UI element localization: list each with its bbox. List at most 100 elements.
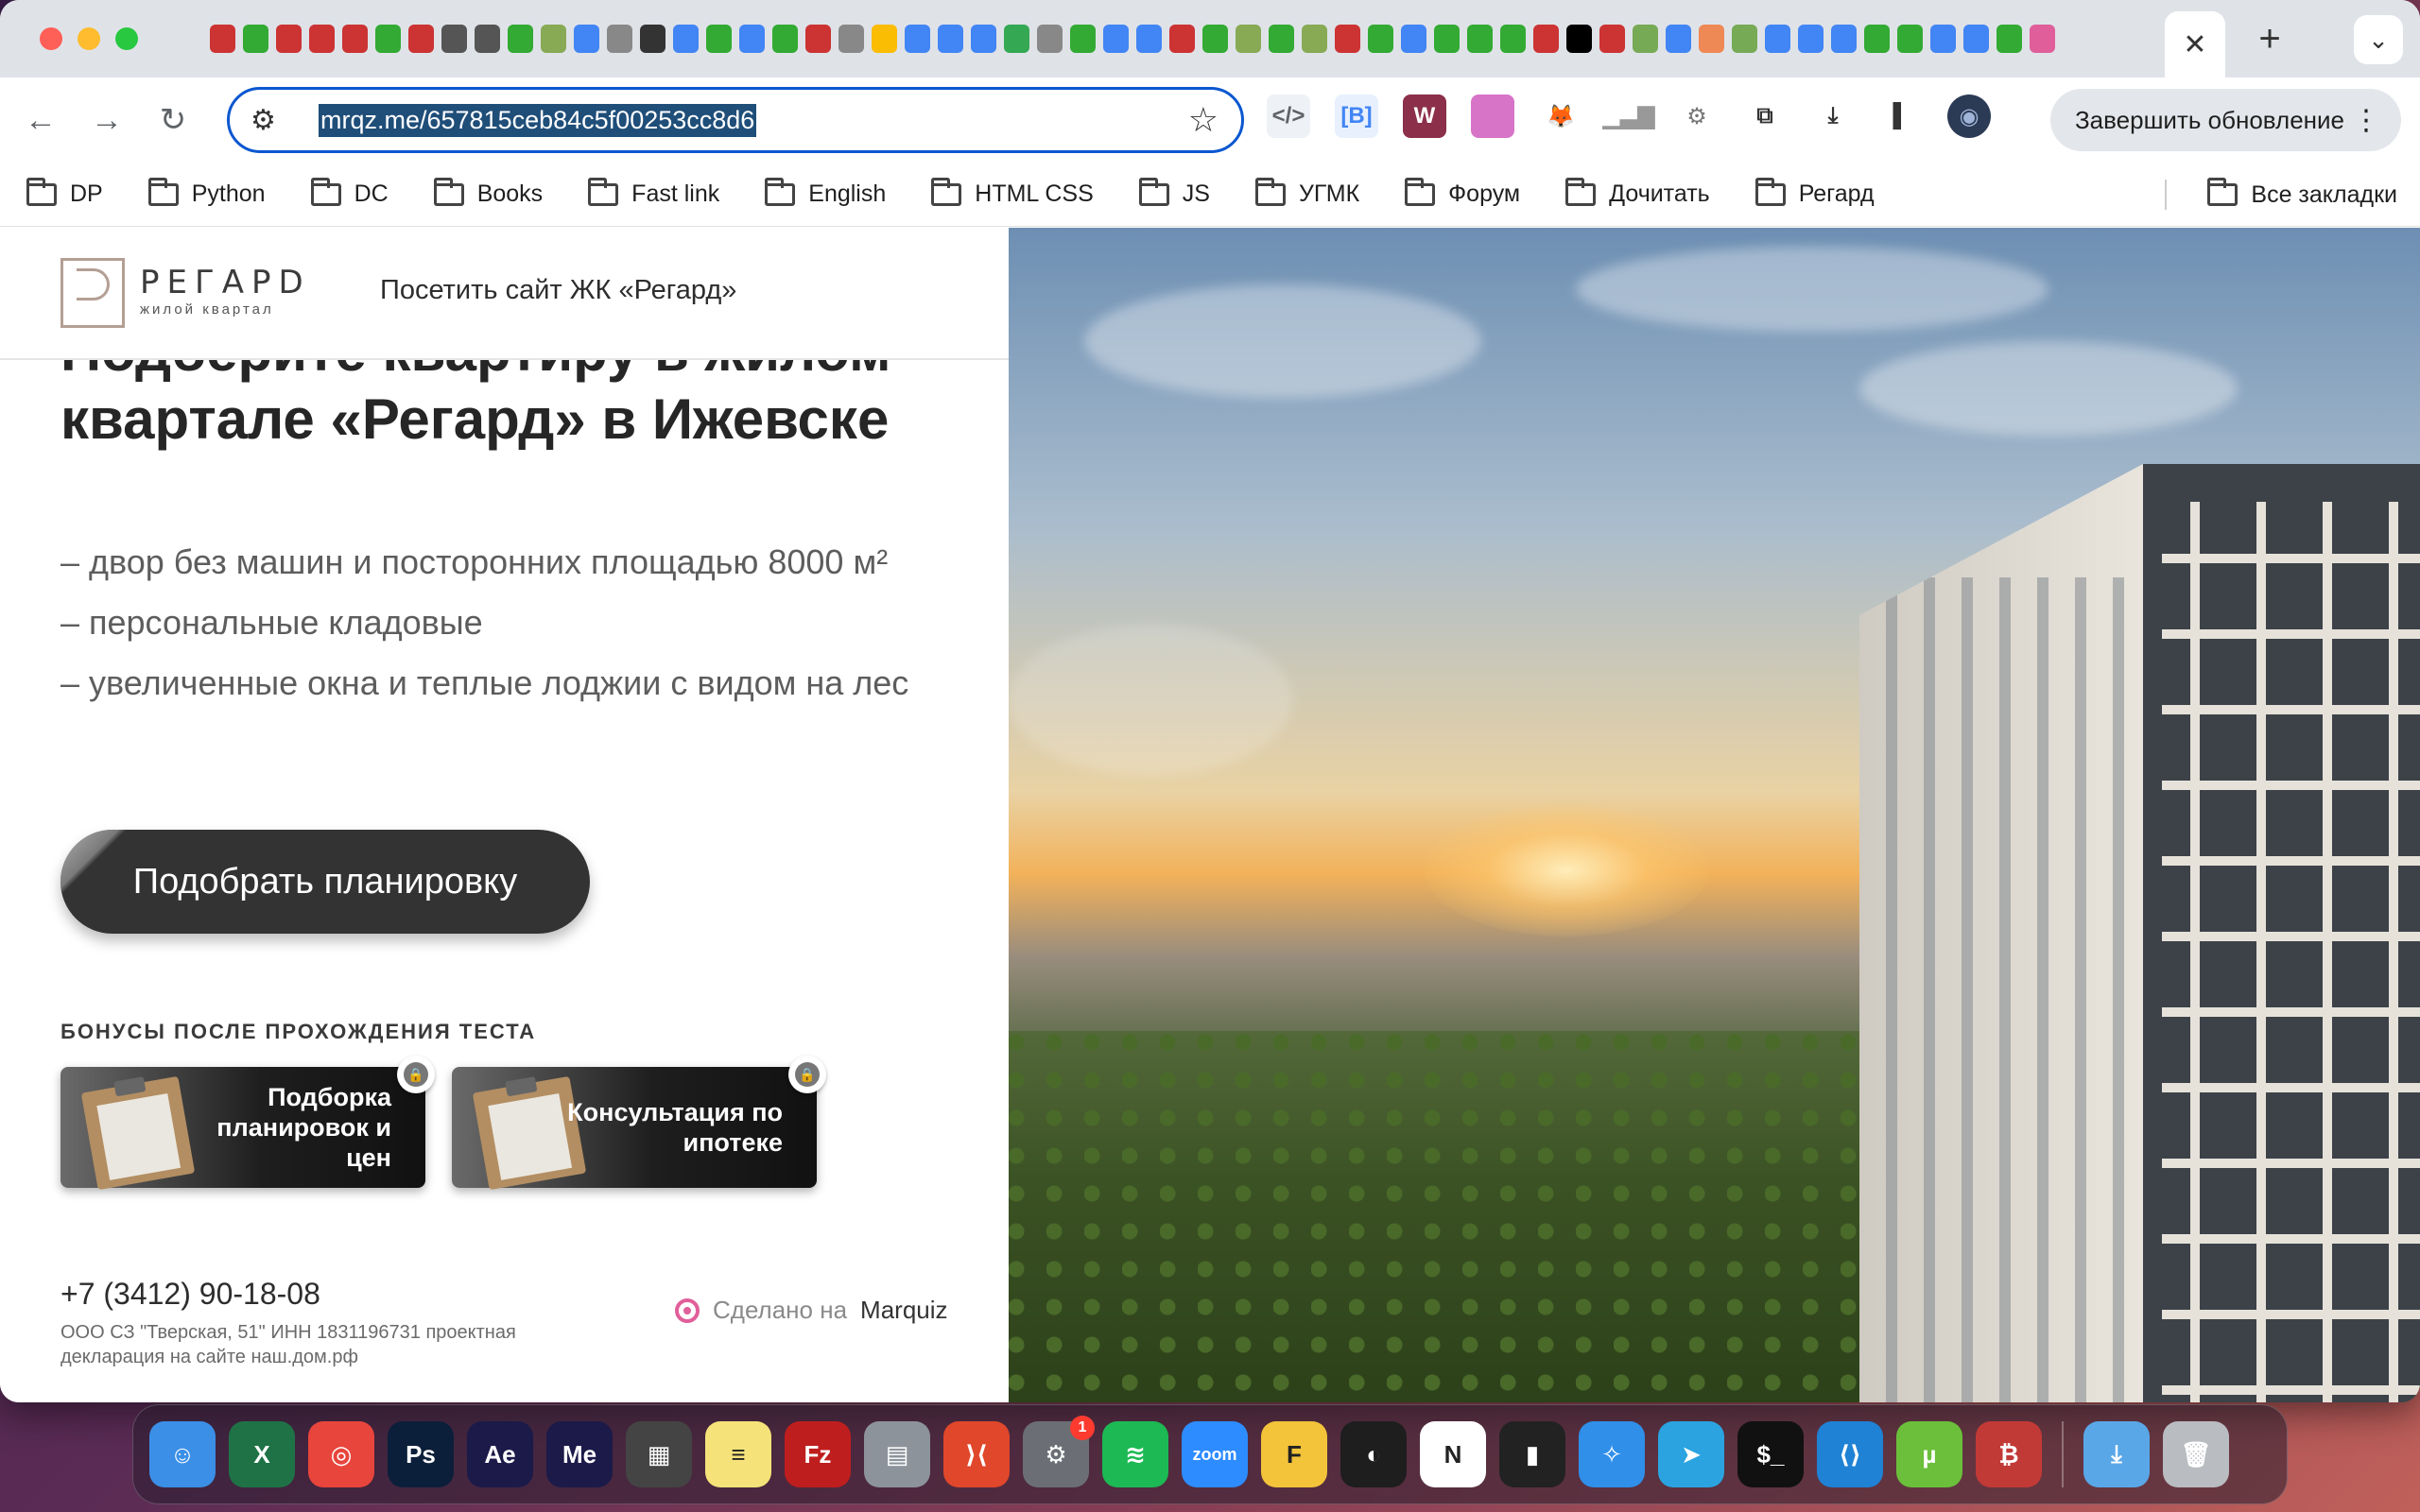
bookmark-folder[interactable]: Регард	[1754, 177, 1875, 208]
media-encoder-app-icon[interactable]: Me	[546, 1421, 613, 1487]
browser-tab[interactable]	[772, 25, 798, 53]
trash-icon[interactable]: 🗑	[2163, 1421, 2229, 1487]
url-text[interactable]: mrqz.me/657815ceb84c5f00253cc8d6	[319, 103, 757, 137]
browser-tab[interactable]	[309, 25, 335, 53]
vscode-app-icon[interactable]: ⟨⟩	[1817, 1421, 1883, 1487]
made-on-marquiz-link[interactable]: Сделано на Marquiz	[675, 1296, 948, 1325]
browser-tab[interactable]	[1070, 25, 1096, 53]
browser-tab[interactable]	[971, 25, 996, 53]
browser-tab[interactable]	[1169, 25, 1195, 53]
finder-app-icon[interactable]: ☺	[149, 1421, 216, 1487]
bookmark-folder[interactable]: Python	[147, 177, 266, 208]
browser-tab[interactable]	[607, 25, 632, 53]
system-settings-app-icon[interactable]: ⚙ 1	[1023, 1416, 1095, 1487]
browser-tab[interactable]	[1599, 25, 1625, 53]
address-bar[interactable]: ⚙ mrqz.me/657815ceb84c5f00253cc8d6 ☆	[227, 87, 1244, 153]
browser-tab[interactable]	[276, 25, 302, 53]
browser-tab[interactable]	[1533, 25, 1559, 53]
browser-tab[interactable]	[1202, 25, 1228, 53]
chart-ext-icon[interactable]: ▁▃▇	[1602, 94, 1655, 138]
browser-tab[interactable]	[475, 25, 500, 53]
code-icon[interactable]: </>	[1267, 94, 1310, 138]
gear-ext-icon[interactable]: ⚙	[1675, 94, 1719, 138]
browser-tab[interactable]	[2030, 25, 2055, 53]
zoom-window-button[interactable]	[115, 27, 138, 50]
browser-tab[interactable]	[1864, 25, 1890, 53]
notes-app-icon[interactable]: ≡	[705, 1421, 771, 1487]
browser-tab[interactable]	[243, 25, 268, 53]
active-tab[interactable]: ✕	[2165, 11, 2225, 77]
browser-tab[interactable]	[408, 25, 434, 53]
browser-tab[interactable]	[1368, 25, 1393, 53]
browser-tab[interactable]	[1136, 25, 1162, 53]
browser-tab[interactable]	[1963, 25, 1989, 53]
browser-tab[interactable]	[640, 25, 666, 53]
browser-tab[interactable]	[706, 25, 732, 53]
filezilla-app-icon[interactable]: Fz	[785, 1421, 851, 1487]
visit-site-link[interactable]: Посетить сайт ЖК «Регард»	[380, 275, 736, 306]
browser-tab[interactable]	[1401, 25, 1426, 53]
menu-dots-icon[interactable]: ⋮	[2352, 104, 2380, 137]
browser-tab[interactable]	[1765, 25, 1790, 53]
terminal-app-icon[interactable]: $_	[1737, 1421, 1804, 1487]
zoom-app-icon[interactable]: zoom	[1182, 1421, 1248, 1487]
browser-tab[interactable]	[1302, 25, 1327, 53]
browser-tab[interactable]	[1103, 25, 1129, 53]
browser-tab[interactable]	[1037, 25, 1063, 53]
bookmark-folder[interactable]: Форум	[1405, 177, 1520, 208]
database-app-icon[interactable]: ▤	[864, 1421, 930, 1487]
browser-tab[interactable]	[905, 25, 930, 53]
all-bookmarks-button[interactable]: Все закладки	[2207, 163, 2397, 227]
browser-tab[interactable]	[1666, 25, 1691, 53]
after-effects-app-icon[interactable]: Ae	[467, 1421, 533, 1487]
close-tab-icon[interactable]: ✕	[2183, 28, 2206, 61]
site-settings-icon[interactable]: ⚙	[251, 104, 288, 137]
puzzle-icon[interactable]: ⧉	[1743, 94, 1787, 138]
figma-app-icon[interactable]: ◐	[1340, 1421, 1407, 1487]
browser-tab[interactable]	[508, 25, 533, 53]
spotify-app-icon[interactable]: ≋	[1102, 1421, 1168, 1487]
photoshop-app-icon[interactable]: Ps	[388, 1421, 454, 1487]
telegram-app-icon[interactable]: ➤	[1658, 1421, 1724, 1487]
download-icon[interactable]: ⤓	[1811, 94, 1855, 138]
browser-tab[interactable]	[1699, 25, 1724, 53]
chrome-app-icon[interactable]: ◎	[308, 1421, 374, 1487]
bookmark-star-icon[interactable]: ☆	[1188, 100, 1219, 140]
bookmark-folder[interactable]: HTML CSS	[931, 177, 1094, 208]
excel-app-icon[interactable]: X	[229, 1421, 295, 1487]
sidepanel-icon[interactable]: ▌	[1879, 94, 1923, 138]
phone-number[interactable]: +7 (3412) 90-18-08	[60, 1277, 320, 1312]
browser-tab[interactable]	[1467, 25, 1493, 53]
git-app-icon[interactable]: ₿	[1976, 1421, 2042, 1487]
browser-tab[interactable]	[1831, 25, 1857, 53]
browser-tab[interactable]	[739, 25, 765, 53]
bookmark-folder[interactable]: English	[765, 177, 886, 208]
browser-tab[interactable]	[805, 25, 831, 53]
bookmark-folder[interactable]: Books	[433, 177, 543, 208]
tab-search-button[interactable]: ⌄	[2354, 15, 2403, 64]
bookmark-folder[interactable]: DC	[310, 177, 389, 208]
minimize-window-button[interactable]	[78, 27, 100, 50]
downloads-folder-icon[interactable]: ⤓	[2083, 1421, 2150, 1487]
start-quiz-button[interactable]: Подобрать планировку	[60, 830, 590, 934]
bootstrap-ext-icon[interactable]: [B]	[1335, 94, 1378, 138]
activity-monitor-app-icon[interactable]: ▮	[1499, 1421, 1565, 1487]
browser-tab[interactable]	[574, 25, 599, 53]
profile-avatar-icon[interactable]: ◉	[1947, 94, 1991, 138]
browser-tab[interactable]	[838, 25, 864, 53]
browser-tab[interactable]	[1930, 25, 1956, 53]
browser-tab[interactable]	[1335, 25, 1360, 53]
browser-tab[interactable]	[1996, 25, 2022, 53]
browser-tab[interactable]	[541, 25, 566, 53]
browser-tab[interactable]	[938, 25, 963, 53]
browser-tab[interactable]	[342, 25, 368, 53]
browser-tab[interactable]	[1269, 25, 1294, 53]
back-button[interactable]: ←	[8, 102, 74, 139]
browser-tab[interactable]	[1236, 25, 1261, 53]
update-button[interactable]: Завершить обновление ⋮	[2049, 89, 2401, 151]
browser-tab[interactable]	[1004, 25, 1029, 53]
gradient-ext-icon[interactable]	[1471, 94, 1514, 138]
browser-tab[interactable]	[1798, 25, 1824, 53]
browser-tab[interactable]	[441, 25, 467, 53]
browser-tab[interactable]	[210, 25, 235, 53]
